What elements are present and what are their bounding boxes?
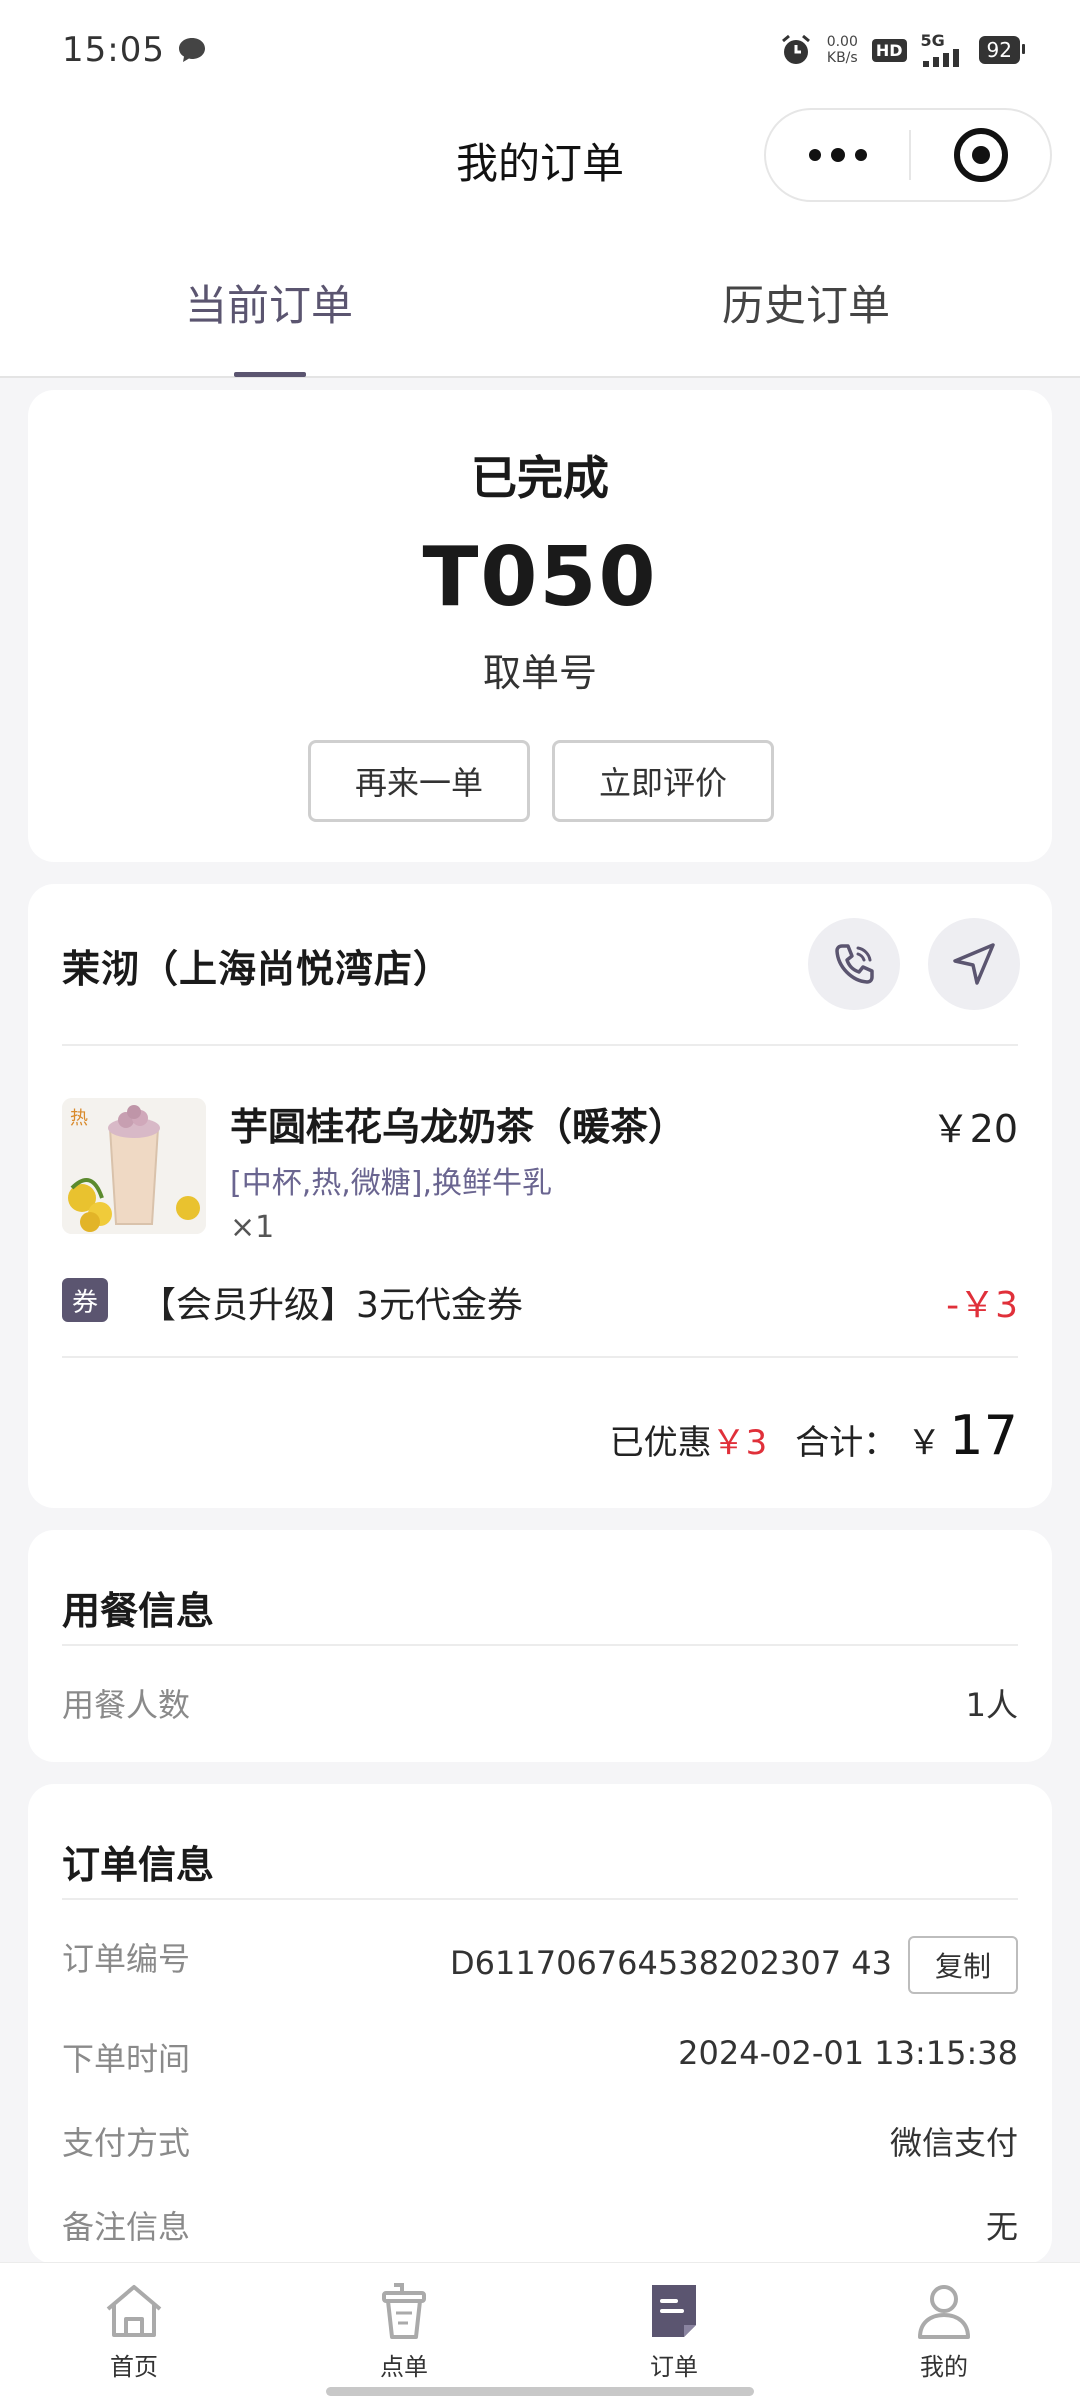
signal-icon bbox=[922, 49, 959, 67]
diners-value: 1人 bbox=[965, 1686, 1018, 1724]
nav-bar: 我的订单 bbox=[0, 100, 1080, 212]
order-number-value: D611706764538202307 43 bbox=[450, 1944, 892, 1982]
section-title: 用餐信息 bbox=[62, 1589, 215, 1633]
discount-label: 已优惠 bbox=[609, 1423, 712, 1463]
total-label: 合计： bbox=[795, 1423, 898, 1463]
net-speed-value: 0.00 bbox=[826, 34, 858, 50]
miniprogram-capsule bbox=[764, 108, 1052, 202]
tab-current-orders[interactable]: 当前订单 bbox=[185, 272, 353, 333]
order-tabs: 当前订单 历史订单 bbox=[0, 212, 1080, 378]
tab-orders[interactable]: 订单 bbox=[604, 2281, 744, 2382]
product-name: 芋圆桂花乌龙奶茶（暖茶） bbox=[230, 1105, 687, 1149]
discount-value: ￥3 bbox=[711, 1423, 768, 1463]
order-info-card: 订单信息 订单编号 D611706764538202307 43 复制 下单时间… bbox=[28, 1784, 1052, 2264]
tab-mine-label: 我的 bbox=[920, 2353, 968, 2381]
bottom-tab-bar: 首页 点单 订单 我的 bbox=[0, 2262, 1080, 2400]
tab-home[interactable]: 首页 bbox=[64, 2281, 204, 2382]
more-dot-icon bbox=[808, 149, 821, 161]
divider bbox=[62, 1644, 1018, 1646]
coupon-icon: 券 bbox=[62, 1278, 108, 1322]
more-button[interactable] bbox=[766, 110, 909, 200]
close-miniprogram-button[interactable] bbox=[911, 110, 1050, 200]
divider bbox=[62, 1898, 1018, 1900]
net-speed: 0.00 KB/s bbox=[827, 34, 858, 66]
message-icon bbox=[178, 38, 205, 62]
battery-indicator: 92 bbox=[978, 36, 1026, 64]
status-bar: 15:05 0.00 KB/s HD 5G 92 bbox=[0, 0, 1080, 100]
reorder-button[interactable]: 再来一单 bbox=[308, 740, 530, 822]
product-price: ￥20 bbox=[931, 1107, 1018, 1151]
network-label: 5G bbox=[920, 31, 945, 50]
home-indicator[interactable] bbox=[326, 2387, 754, 2396]
status-time: 15:05 bbox=[62, 30, 165, 70]
tab-history-orders[interactable]: 历史订单 bbox=[722, 272, 890, 333]
order-time-value: 2024-02-01 13:15:38 bbox=[678, 2034, 1018, 2072]
tab-orders-label: 订单 bbox=[650, 2353, 698, 2381]
order-totals: 已优惠 ￥3 合计： ￥ 17 bbox=[610, 1404, 1018, 1467]
section-title: 订单信息 bbox=[62, 1843, 215, 1887]
net-speed-unit: KB/s bbox=[826, 50, 858, 66]
hot-badge: 热 bbox=[70, 1108, 88, 1129]
phone-icon bbox=[835, 944, 874, 984]
signal-group: 5G bbox=[921, 33, 965, 67]
divider bbox=[62, 1044, 1018, 1046]
order-status: 已完成 bbox=[471, 451, 609, 505]
cup-icon bbox=[382, 2283, 426, 2339]
order-time-label: 下单时间 bbox=[62, 2040, 191, 2078]
order-status-card: 已完成 T050 取单号 再来一单 立即评价 bbox=[28, 390, 1052, 862]
coupon-amount: -￥3 bbox=[946, 1285, 1018, 1326]
pickup-label: 取单号 bbox=[482, 651, 597, 695]
payment-method-label: 支付方式 bbox=[62, 2124, 191, 2162]
status-left: 15:05 bbox=[62, 30, 207, 70]
user-icon bbox=[918, 2285, 970, 2339]
order-detail-card: 茉沏（上海尚悦湾店） 热 芋圆桂花乌龙奶茶（暖茶） ￥20 [中杯,热,微糖],… bbox=[28, 884, 1052, 1508]
tab-home-label: 首页 bbox=[110, 2353, 158, 2381]
milk-tea-image: 热 bbox=[62, 1098, 206, 1234]
status-right: 0.00 KB/s HD 5G 92 bbox=[779, 33, 1026, 67]
divider bbox=[62, 1356, 1018, 1358]
store-name: 茉沏（上海尚悦湾店） bbox=[62, 947, 453, 991]
payment-method-value: 微信支付 bbox=[889, 2124, 1018, 2162]
target-icon bbox=[953, 128, 1008, 182]
remark-label: 备注信息 bbox=[62, 2208, 191, 2246]
more-dot-icon bbox=[830, 148, 845, 162]
copy-button[interactable]: 复制 bbox=[908, 1936, 1018, 1994]
order-number-label: 订单编号 bbox=[62, 1940, 191, 1978]
diners-label: 用餐人数 bbox=[62, 1686, 191, 1724]
tab-menu[interactable]: 点单 bbox=[334, 2281, 474, 2382]
active-tab-indicator bbox=[234, 372, 306, 377]
dining-info-card: 用餐信息 用餐人数 1人 bbox=[28, 1530, 1052, 1762]
product-image: 热 bbox=[62, 1098, 206, 1234]
tab-mine[interactable]: 我的 bbox=[874, 2281, 1014, 2382]
product-quantity: ×1 bbox=[230, 1210, 275, 1245]
total-currency: ￥ bbox=[907, 1423, 942, 1463]
coupon-name: 【会员升级】3元代金券 bbox=[140, 1285, 523, 1326]
review-button[interactable]: 立即评价 bbox=[552, 740, 774, 822]
order-list-icon bbox=[652, 2285, 696, 2337]
hd-badge: HD bbox=[871, 38, 907, 62]
navigate-button[interactable] bbox=[928, 918, 1020, 1010]
alarm-icon bbox=[781, 34, 810, 64]
call-store-button[interactable] bbox=[808, 918, 900, 1010]
remark-value: 无 bbox=[985, 2208, 1018, 2246]
total-value: 17 bbox=[949, 1404, 1018, 1467]
navigation-arrow-icon bbox=[953, 943, 995, 985]
tab-menu-label: 点单 bbox=[380, 2353, 428, 2381]
product-spec: [中杯,热,微糖],换鲜牛乳 bbox=[230, 1166, 553, 1201]
pickup-number: T050 bbox=[422, 530, 658, 625]
home-icon bbox=[106, 2285, 162, 2337]
more-dot-icon bbox=[854, 149, 867, 161]
